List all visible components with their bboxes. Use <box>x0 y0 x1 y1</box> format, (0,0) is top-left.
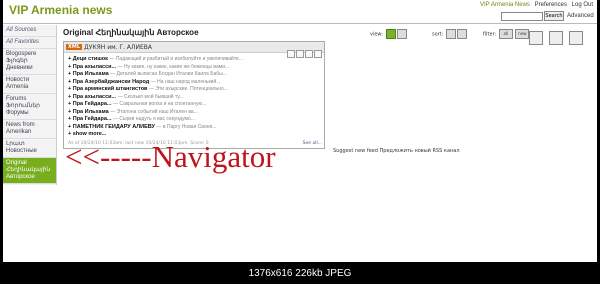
list-item[interactable]: + Пра ахыласси... — Сколько мой бывший т… <box>68 94 320 102</box>
list-item[interactable]: + Деци стишок — Падающий и разбитый и из… <box>68 56 320 64</box>
view-control: view: <box>370 29 407 39</box>
sidebar-item-news-amerikan[interactable]: News from Amerikan <box>3 120 56 139</box>
list-item[interactable]: + Пра ахыласси... — Ну какие, ну какие, … <box>68 64 320 72</box>
feed-entries: + Деци стишок — Падающий и разбитый и из… <box>64 53 324 142</box>
top-bar: VIP Armenia news VIP Armenia News Prefer… <box>3 0 597 24</box>
feed-title[interactable]: ДУКЯН им. Г. АЛИЕВА <box>84 44 152 51</box>
settings-icon[interactable] <box>569 30 584 45</box>
add-icon[interactable] <box>549 30 564 45</box>
screenshot: VIP Armenia news VIP Armenia News Prefer… <box>3 0 597 262</box>
sort-label: sort: <box>432 31 444 38</box>
sidebar-item-all-favorites[interactable]: All Favorites <box>3 37 56 49</box>
refresh-icon[interactable] <box>296 50 304 58</box>
list-item[interactable]: + Пра Ильхама — Деталей выписан Богдан И… <box>68 71 320 79</box>
search-button[interactable]: Search <box>544 11 564 21</box>
feed-widget: XML ДУКЯН им. Г. АЛИЕВА + Деци стишок — … <box>63 41 325 149</box>
feed-header: XML ДУКЯН им. Г. АЛИЕВА <box>64 42 324 58</box>
toolbar <box>528 27 584 46</box>
preferences-link[interactable]: Preferences <box>535 2 567 8</box>
sort-control: sort: <box>432 29 467 39</box>
app-title: VIP Armenia news <box>9 3 113 17</box>
advanced-link[interactable]: Advanced <box>567 13 594 19</box>
logout-link[interactable]: Log Out <box>572 2 593 8</box>
sidebar-item-news[interactable]: Լրատ Новостные <box>3 139 56 158</box>
image-caption: 1376x616 226kb JPEG <box>248 268 352 279</box>
search-input[interactable] <box>501 12 543 21</box>
sidebar-item-news-armenia[interactable]: Новости Armenia <box>3 75 56 94</box>
sort-date-icon[interactable] <box>445 29 456 39</box>
see-all-link[interactable]: See all... <box>303 141 322 146</box>
sort-alpha-icon[interactable] <box>456 29 467 39</box>
list-item[interactable]: + Пра Гейдара... — Сакральная волха и на… <box>68 101 320 109</box>
list-item[interactable]: + ПАМЕТНИК ГЕЙДАРУ АЛИЕВУ — в Паргу Нова… <box>68 124 320 132</box>
collapse-icon[interactable] <box>529 30 543 45</box>
filter-control: filter: all new <box>483 29 530 39</box>
filter-label: filter: <box>483 31 497 38</box>
filter-all-button[interactable]: all <box>498 29 513 39</box>
grid-view-icon[interactable] <box>385 29 396 39</box>
sidebar-item-forums[interactable]: Forums Ֆորումներ Форумы <box>3 94 56 120</box>
main-panel: Original Հեղինակային Авторское view: sor… <box>58 25 597 154</box>
sidebar: All Sources All Favorites Blogospere Ֆլո… <box>3 25 57 185</box>
sidebar-item-all-sources[interactable]: All Sources <box>3 25 56 37</box>
edit-icon[interactable] <box>287 50 295 58</box>
suggest-feed-link[interactable]: Suggest new feed Предложить новый RSS ка… <box>333 148 460 154</box>
top-links: VIP Armenia News Preferences Log Out <box>477 2 593 8</box>
sidebar-item-blogosphere[interactable]: Blogospere Ֆլոգեր Дневники <box>3 49 56 75</box>
list-item[interactable]: + Пра армянский штангистов — Эти ахырски… <box>68 86 320 94</box>
feed-controls <box>286 43 322 62</box>
list-view-icon[interactable] <box>396 29 407 39</box>
view-label: view: <box>370 31 383 38</box>
page-title: Original Հեղինակային Авторское <box>63 28 199 37</box>
navigator-annotation: <<-----Navigator <box>65 139 276 174</box>
home-link[interactable]: VIP Armenia News <box>480 2 530 8</box>
list-item[interactable]: + Пра Ильхама — Эталона событий наш Итал… <box>68 109 320 117</box>
list-item[interactable]: + Пра Азербайджански Народ — На наш наро… <box>68 79 320 87</box>
close-icon[interactable] <box>314 50 322 58</box>
xml-badge[interactable]: XML <box>66 44 83 50</box>
sidebar-item-original[interactable]: Original Հեղինակային Авторское <box>3 158 56 184</box>
minimize-icon[interactable] <box>305 50 313 58</box>
list-item[interactable]: + Пра Гейдара... — Сырки надуть я вас се… <box>68 116 320 124</box>
